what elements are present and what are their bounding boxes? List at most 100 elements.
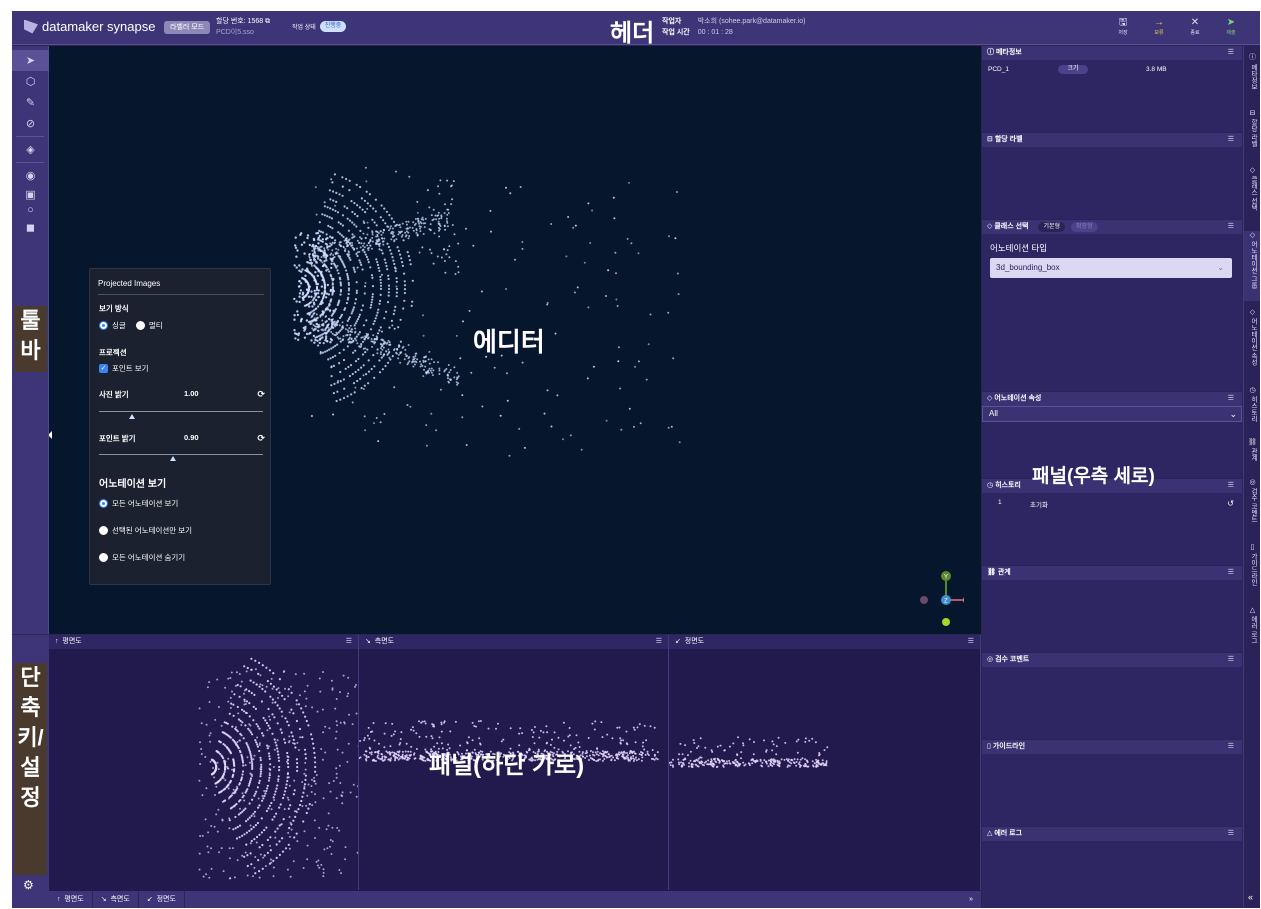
list-item[interactable]: 1 초기화 ↺ bbox=[998, 499, 1234, 509]
tab-side-view[interactable]: ↘ 측면도 bbox=[93, 891, 139, 908]
refresh-icon[interactable]: ⟳ bbox=[257, 433, 265, 444]
point-brightness-thumb[interactable] bbox=[169, 456, 176, 461]
box-tool[interactable]: ◼ bbox=[12, 218, 49, 236]
meta-section-header[interactable]: ⓘ 메타정보 ☰ bbox=[982, 46, 1242, 60]
gear-icon[interactable]: ⚙ bbox=[23, 878, 34, 892]
tab-extended[interactable]: 확장형 bbox=[1071, 222, 1098, 232]
lasso-tool[interactable]: ⊘ bbox=[12, 113, 49, 134]
photo-brightness-row: 사진 밝기 1.00 ⟳ bbox=[99, 389, 265, 400]
history-icon: ◷ bbox=[1249, 387, 1256, 394]
tab-front-label: 정면도 bbox=[156, 896, 176, 903]
point-brightness-label: 포인트 밝기 bbox=[99, 434, 136, 443]
axis-gizmo[interactable]: Y Z X bbox=[904, 566, 964, 626]
collapse-panel-arrow[interactable] bbox=[49, 431, 52, 439]
header: datamaker synapse 라벨러 모드 할당 번호: 1568 ⧉ P… bbox=[12, 11, 1260, 47]
front-view[interactable] bbox=[669, 649, 981, 890]
vtab-guide[interactable]: ▯ 가이드라인 bbox=[1244, 543, 1260, 586]
tab-front-view[interactable]: ↙ 정면도 bbox=[139, 891, 185, 908]
view-multi-radio[interactable] bbox=[135, 321, 145, 330]
select-tool[interactable]: ➤ bbox=[12, 50, 49, 71]
vtab-error-log[interactable]: △ 에러 로그 bbox=[1244, 606, 1260, 644]
undo-icon[interactable]: ↺ bbox=[1227, 499, 1234, 508]
submit-button[interactable]: ➤ 제출 bbox=[1222, 16, 1240, 36]
vtab-relation[interactable]: ⛓ 관계 bbox=[1244, 438, 1260, 461]
menu-icon[interactable]: ☰ bbox=[1228, 566, 1234, 580]
projected-images-title: Projected Images bbox=[98, 279, 161, 288]
class-select-section-header[interactable]: ◇ 클래스 선택 기본형 확장형 ☰ bbox=[982, 220, 1242, 234]
mode-badge[interactable]: 라벨러 모드 bbox=[164, 21, 211, 34]
class-select-title: 클래스 선택 bbox=[994, 223, 1029, 230]
expand-icon[interactable]: » bbox=[969, 891, 981, 908]
hold-label: 보류 bbox=[1154, 30, 1164, 36]
photo-brightness-slider[interactable] bbox=[99, 411, 263, 412]
status-badge: 진행중 bbox=[319, 21, 347, 32]
brand[interactable]: datamaker synapse bbox=[24, 19, 155, 34]
vtab-anno-group[interactable]: ◇ 어노테이션 그룹 bbox=[1244, 231, 1260, 301]
view-multi-label: 멀티 bbox=[148, 321, 163, 330]
exit-button[interactable]: ✕ 종료 bbox=[1186, 16, 1204, 36]
menu-icon[interactable]: ☰ bbox=[346, 635, 352, 649]
work-status: 작업 상태 진행중 bbox=[292, 21, 347, 32]
menu-icon[interactable]: ☰ bbox=[1228, 479, 1234, 493]
photo-brightness-thumb[interactable] bbox=[128, 414, 135, 419]
collapse-panel-icon[interactable]: « bbox=[1248, 892, 1253, 902]
circle-tool[interactable]: ○ bbox=[12, 202, 49, 218]
view-mode-options: 싱글 멀티 bbox=[99, 320, 163, 331]
save-button[interactable]: 🖫 저장 bbox=[1114, 16, 1132, 36]
menu-icon[interactable]: ☰ bbox=[1228, 46, 1234, 60]
vtab-class-select-label: 클래스 선택 bbox=[1249, 176, 1257, 211]
annotation-selected-radio[interactable] bbox=[99, 526, 108, 535]
pen-tool[interactable]: ✎ bbox=[12, 92, 49, 113]
chevron-down-icon: ⌄ bbox=[1217, 263, 1224, 272]
menu-icon[interactable]: ☰ bbox=[1228, 220, 1234, 234]
vtab-error-log-label: 에러 로그 bbox=[1249, 616, 1257, 644]
arrow-diag-icon: ↙ bbox=[146, 896, 153, 903]
tag-icon: ◇ bbox=[987, 223, 993, 230]
top-view[interactable] bbox=[49, 649, 359, 890]
anno-attr-section-header[interactable]: ◇ 어노테이션 속성 ☰ bbox=[982, 392, 1242, 406]
editor-label: 에디터 bbox=[473, 327, 545, 357]
hold-button[interactable]: → 보류 bbox=[1150, 16, 1168, 36]
point-view-checkbox[interactable]: ✓ bbox=[99, 364, 108, 373]
relation-section-header[interactable]: ⛓ 관계 ☰ bbox=[982, 566, 1242, 580]
tab-basic[interactable]: 기본형 bbox=[1038, 222, 1066, 232]
menu-icon[interactable]: ☰ bbox=[1228, 133, 1234, 147]
menu-icon[interactable]: ☰ bbox=[1228, 392, 1234, 406]
error-log-section-header[interactable]: △ 에러 로그 ☰ bbox=[982, 827, 1242, 841]
assign-label-section-header[interactable]: ⊟ 할당 라벨 ☰ bbox=[982, 133, 1242, 147]
menu-icon[interactable]: ☰ bbox=[968, 635, 974, 649]
menu-icon[interactable]: ☰ bbox=[1228, 740, 1234, 754]
meta-size-label: 크기 bbox=[1058, 65, 1088, 74]
refresh-icon[interactable]: ⟳ bbox=[257, 389, 265, 400]
anno-attr-select[interactable]: All ⌄ bbox=[982, 406, 1242, 422]
tab-top-view[interactable]: ↑ 평면도 bbox=[49, 891, 93, 908]
annotation-type-select[interactable]: 3d_bounding_box ⌄ bbox=[990, 258, 1232, 278]
view-tabs: ↑ 평면도 ↘ 측면도 ↙ 정면도 » bbox=[49, 891, 981, 908]
view-side-title: 측면도 bbox=[374, 638, 395, 645]
annotation-all-radio[interactable] bbox=[99, 499, 108, 508]
copy-icon[interactable]: ⧉ bbox=[265, 18, 270, 25]
vtab-meta[interactable]: ⓘ 메타정보 bbox=[1244, 52, 1260, 90]
menu-icon[interactable]: ☰ bbox=[656, 635, 662, 649]
guide-section-header[interactable]: ▯ 가이드라인 ☰ bbox=[982, 740, 1242, 754]
header-actions: 🖫 저장 → 보류 ✕ 종료 ➤ 제출 bbox=[1114, 16, 1240, 36]
right-panel-label: 패널(우측 세로) bbox=[1032, 466, 1155, 487]
vtab-review[interactable]: ◎ 검수 코멘트 bbox=[1244, 478, 1260, 522]
book-icon: ▯ bbox=[987, 743, 991, 750]
menu-icon[interactable]: ☰ bbox=[1228, 653, 1234, 667]
point-brightness-slider[interactable] bbox=[99, 454, 263, 455]
menu-icon[interactable]: ☰ bbox=[1228, 827, 1234, 841]
vtab-anno-attr[interactable]: ◇ 어노테이션 속성 bbox=[1244, 308, 1260, 365]
image-tool[interactable]: ▣ bbox=[12, 186, 49, 202]
review-section-header[interactable]: ◎ 검수 코멘트 ☰ bbox=[982, 653, 1242, 667]
vtab-assign-label[interactable]: ⊟ 할당 라벨 bbox=[1244, 109, 1260, 147]
editor-canvas[interactable]: 에디터 Projected Images 보기 방식 싱글 멀티 프로젝션 ✓ … bbox=[49, 46, 981, 634]
cuboid-tool[interactable]: ⬡ bbox=[12, 71, 49, 92]
annotation-hide-radio[interactable] bbox=[99, 553, 108, 562]
vtab-class-select[interactable]: ◇ 클래스 선택 bbox=[1244, 166, 1260, 210]
view-single-radio[interactable] bbox=[99, 321, 108, 330]
meta-title: 메타정보 bbox=[995, 49, 1022, 56]
point-tool[interactable]: ◈ bbox=[12, 139, 49, 160]
vtab-history[interactable]: ◷ 히스토리 bbox=[1244, 386, 1260, 422]
palette-tool[interactable]: ◉ bbox=[12, 165, 49, 186]
